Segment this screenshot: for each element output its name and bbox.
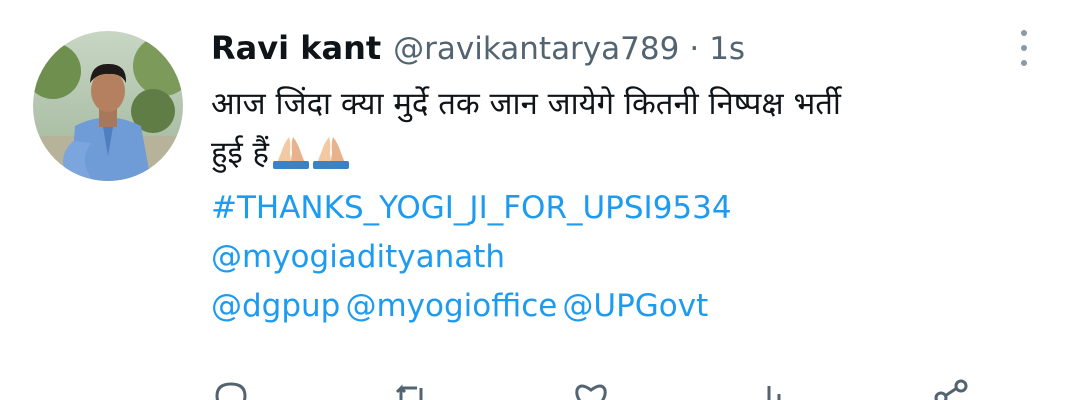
reply-icon[interactable] [211, 378, 251, 400]
tweet-header: Ravi kant @ravikantarya789 · 1s [211, 20, 1031, 76]
mention-link[interactable]: @myogiadityanath [211, 239, 505, 275]
like-icon[interactable] [571, 378, 611, 400]
mention-link[interactable]: @dgpup [211, 288, 340, 324]
folded-hands-emoji [273, 137, 349, 169]
mention-link[interactable]: @myogioffice [345, 288, 557, 324]
folded-hands-icon [271, 135, 349, 184]
tweet-text: आज जिंदा क्या मुर्दे तक जान जायेगे कितनी… [211, 80, 1021, 184]
tweet-content: Ravi kant @ravikantarya789 · 1s आज जिंदा… [211, 20, 1031, 331]
mention-line-1: @myogiadityanath [211, 233, 1031, 282]
mention-line-2: @dgpup @myogioffice @UPGovt [211, 282, 1031, 331]
analytics-icon[interactable] [751, 378, 791, 400]
hashtag-line: #THANKS_YOGI_JI_FOR_UPSI9534 [211, 184, 1031, 233]
mention-link[interactable]: @UPGovt [562, 288, 708, 324]
hashtag-link[interactable]: #THANKS_YOGI_JI_FOR_UPSI9534 [211, 190, 732, 226]
tweet-text-line-2: हुई हैं [211, 129, 1021, 184]
avatar[interactable] [33, 31, 183, 181]
tweet-text-line-2-text: हुई हैं [211, 135, 269, 171]
author-handle[interactable]: @ravikantarya789 [393, 21, 679, 77]
timestamp[interactable]: 1s [709, 21, 745, 77]
author-name[interactable]: Ravi kant [211, 20, 381, 76]
share-icon[interactable] [931, 378, 971, 400]
separator-dot: · [689, 31, 700, 67]
tweet-actions [211, 378, 971, 400]
more-vertical-icon[interactable] [1012, 28, 1036, 68]
tweet-text-line-1: आज जिंदा क्या मुर्दे तक जान जायेगे कितनी… [211, 86, 841, 122]
tweet[interactable]: Ravi kant @ravikantarya789 · 1s आज जिंदा… [0, 0, 1080, 400]
retweet-icon[interactable] [391, 378, 431, 400]
